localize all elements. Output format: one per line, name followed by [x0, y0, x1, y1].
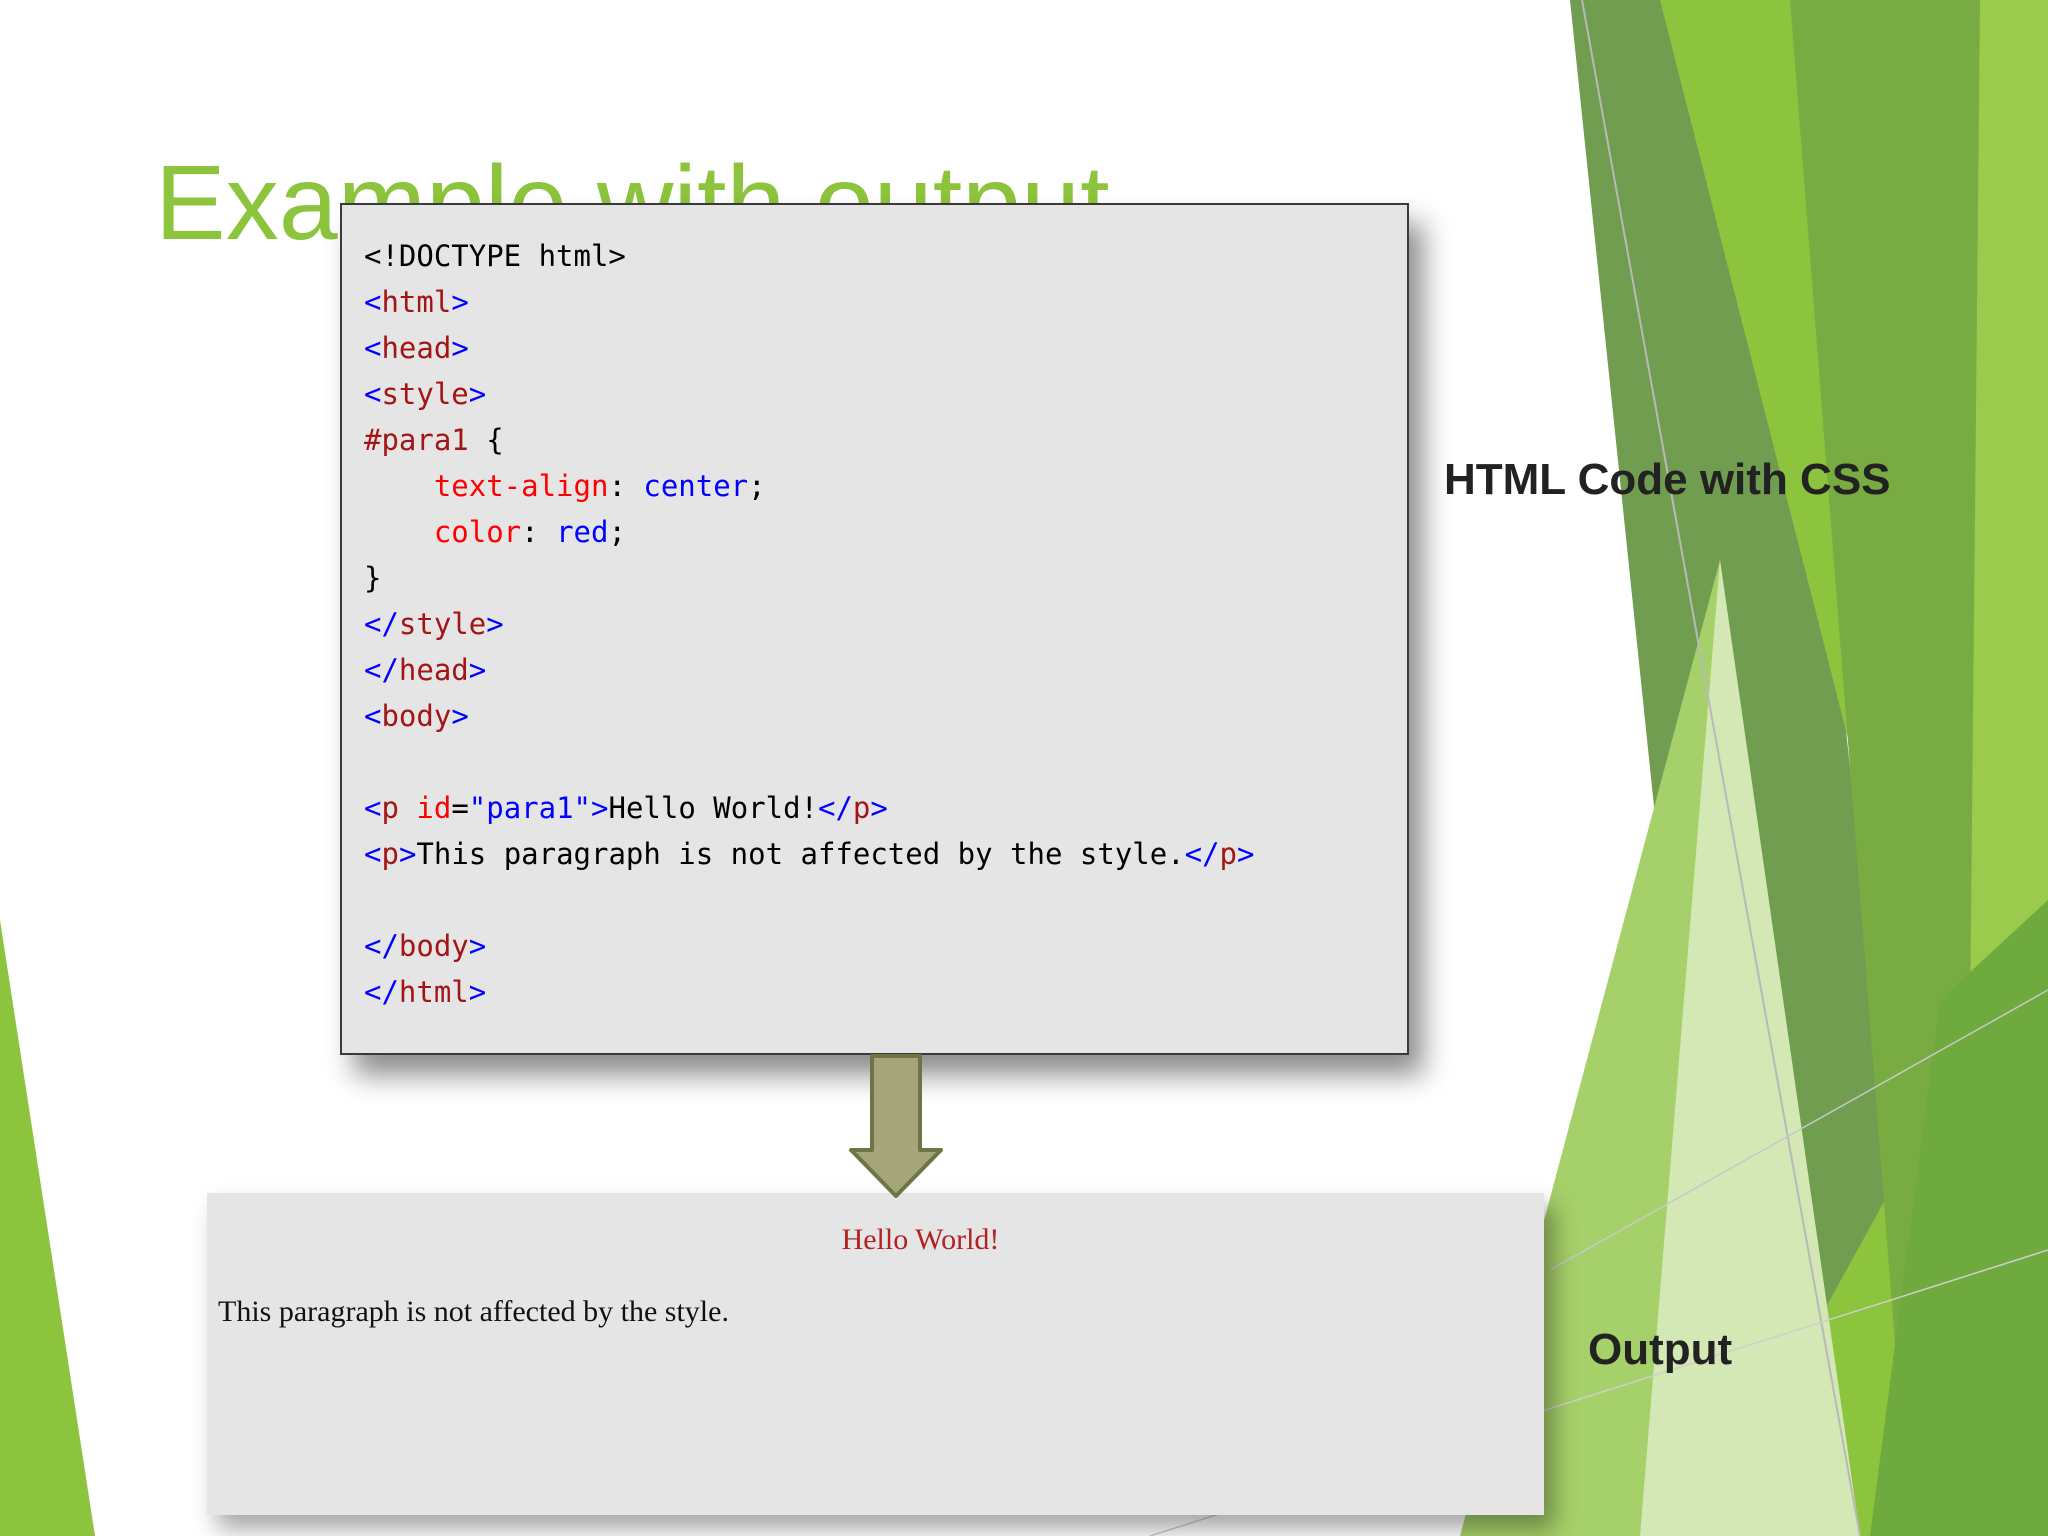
code-line: <p>This paragraph is not affected by the… [364, 831, 1407, 877]
code-token: </ [1184, 837, 1220, 871]
code-line: color: red; [364, 509, 1407, 555]
output-hello-world: Hello World! [841, 1223, 1000, 1256]
code-token: > [1237, 837, 1255, 871]
code-token: ; [748, 469, 766, 503]
code-token: html [398, 975, 469, 1009]
code-token: text-align [433, 469, 609, 503]
code-token: < [364, 791, 382, 825]
code-token: id [416, 791, 452, 825]
output-label: Output [1588, 1325, 1733, 1374]
code-token: This paragraph is not affected by the st… [416, 837, 1185, 871]
code-token: "para1" [468, 791, 592, 825]
output-paragraph: This paragraph is not affected by the st… [218, 1295, 729, 1328]
code-line: </style> [364, 601, 1407, 647]
code-token: </ [364, 607, 399, 641]
code-token: < [364, 377, 382, 411]
code-token: body [398, 929, 469, 963]
code-token: > [451, 699, 469, 733]
code-line: </html> [364, 969, 1407, 1015]
code-line: <body> [364, 693, 1407, 739]
code-line: <p id="para1">Hello World!</p> [364, 785, 1407, 831]
code-token: style [381, 377, 469, 411]
code-token: > [591, 791, 609, 825]
code-line: <head> [364, 325, 1407, 371]
code-line: </head> [364, 647, 1407, 693]
code-line: <html> [364, 279, 1407, 325]
code-line: </body> [364, 923, 1407, 969]
code-token: { [468, 423, 504, 457]
code-token: style [398, 607, 487, 641]
code-token: head [381, 331, 452, 365]
code-token: html [381, 285, 452, 319]
code-token: center [643, 469, 749, 503]
down-arrow-icon [849, 1054, 943, 1198]
code-token: : [608, 469, 644, 503]
code-line: text-align: center; [364, 463, 1407, 509]
code-token: </ [364, 975, 399, 1009]
code-token: Hello World! [608, 791, 818, 825]
code-token: <!DOCTYPE html> [364, 239, 626, 273]
code-token: : [521, 515, 557, 549]
code-label: HTML Code with CSS [1444, 455, 1891, 504]
code-token: p [1219, 837, 1238, 871]
code-line: } [364, 555, 1407, 601]
code-token: } [364, 561, 382, 595]
code-token: </ [364, 653, 399, 687]
code-token: head [398, 653, 469, 687]
code-token: </ [818, 791, 853, 825]
code-token: > [468, 377, 487, 411]
code-token: p [381, 837, 399, 871]
code-token: > [870, 791, 888, 825]
code-token: > [451, 331, 469, 365]
code-token: < [364, 285, 382, 319]
code-token: < [364, 331, 382, 365]
code-line: <style> [364, 371, 1407, 417]
code-token: body [381, 699, 452, 733]
code-token: </ [364, 929, 399, 963]
bg-left-triangle [0, 920, 95, 1536]
code-token: > [486, 607, 504, 641]
code-token: > [468, 653, 487, 687]
code-token: > [398, 837, 417, 871]
code-token: color [433, 515, 522, 549]
code-line: #para1 { [364, 417, 1407, 463]
code-token: = [451, 791, 469, 825]
code-line: <!DOCTYPE html> [364, 233, 1407, 279]
code-token: < [364, 837, 382, 871]
code-token: > [468, 975, 487, 1009]
code-token: > [451, 285, 469, 319]
code-token: red [556, 515, 609, 549]
code-token: #para1 [364, 423, 469, 457]
code-token: p [381, 791, 399, 825]
output-screenshot-panel: Hello World! This paragraph is not affec… [207, 1193, 1544, 1515]
code-token: < [364, 699, 382, 733]
code-screenshot-panel: <!DOCTYPE html> <html> <head> <style> #p… [340, 203, 1409, 1055]
code-token: > [468, 929, 487, 963]
code-token: p [852, 791, 871, 825]
code-token: ; [608, 515, 626, 549]
